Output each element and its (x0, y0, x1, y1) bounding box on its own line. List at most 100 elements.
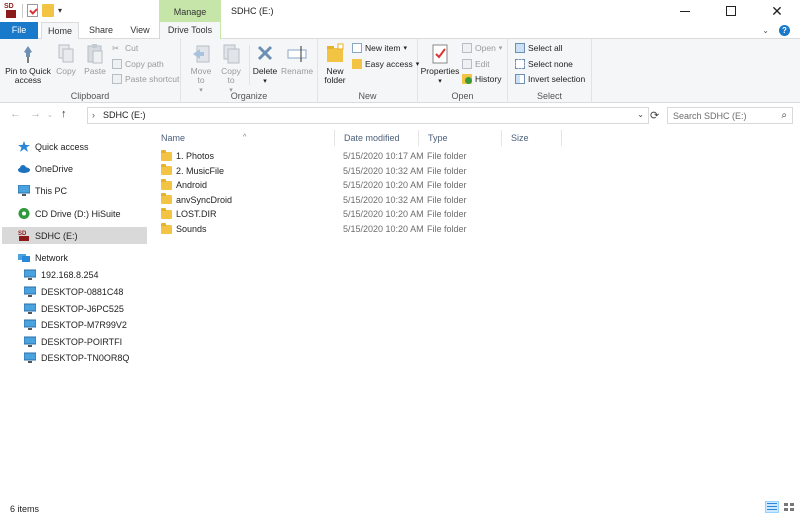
paste-shortcut-icon (112, 74, 122, 84)
nav-onedrive[interactable]: OneDrive (2, 160, 147, 177)
search-input[interactable] (673, 110, 773, 122)
search-box[interactable]: ⌕ (667, 107, 793, 124)
large-icons-view-icon[interactable] (782, 501, 796, 513)
nav-cd-drive[interactable]: CD Drive (D:) HiSuite (2, 205, 147, 222)
nav-computer-item[interactable]: DESKTOP-0881C48 (2, 283, 147, 300)
rename-button[interactable]: Rename (281, 43, 313, 76)
breadcrumb-sdhc[interactable]: SDHC (E:) (103, 110, 146, 120)
move-to-icon (191, 43, 211, 65)
address-history-dropdown-icon[interactable]: ⌄ (637, 110, 644, 119)
tab-home[interactable]: Home (41, 22, 79, 40)
hisuite-drive-icon (18, 208, 30, 219)
clipboard-group-label: Clipboard (70, 91, 110, 101)
maximize-button[interactable] (708, 0, 754, 22)
file-date: 5/15/2020 10:32 AM (343, 194, 424, 205)
new-folder-qat-icon[interactable] (42, 4, 54, 17)
search-icon[interactable]: ⌕ (781, 110, 787, 121)
nav-this-pc[interactable]: This PC (2, 182, 147, 199)
nav-network-label: Network (35, 252, 69, 263)
properties-qat-icon[interactable] (27, 4, 38, 17)
select-all-button[interactable]: Select all (515, 43, 563, 53)
copy-path-button[interactable]: Copy path (112, 59, 164, 69)
navigation-pane: Quick access OneDrive This PC CD Drive (… (0, 126, 152, 496)
new-folder-button[interactable]: New folder (320, 43, 350, 85)
star-icon (18, 141, 30, 152)
file-date: 5/15/2020 10:20 AM (343, 209, 424, 220)
folder-icon (161, 222, 172, 234)
tab-view[interactable]: View (124, 22, 156, 39)
table-row[interactable]: 2. MusicFile 5/15/2020 10:32 AM File fol… (161, 164, 481, 179)
nav-computer-label: DESKTOP-J6PC525 (41, 303, 124, 314)
file-type: File folder (427, 209, 467, 220)
nav-computer-item[interactable]: DESKTOP-POIRTFI (2, 333, 147, 350)
help-icon[interactable]: ? (779, 25, 790, 36)
copy-button[interactable]: Copy (54, 43, 78, 76)
minimize-button[interactable] (662, 0, 708, 22)
column-header-date[interactable]: Date modified (335, 130, 419, 146)
nav-computer-item[interactable]: DESKTOP-J6PC525 (2, 300, 147, 317)
copy-to-button[interactable]: Copy to ▾ (217, 43, 245, 95)
customize-qat-dropdown-icon[interactable]: ▾ (58, 6, 62, 15)
tab-file[interactable]: File (0, 22, 38, 39)
back-arrow-icon[interactable]: ← (10, 108, 21, 120)
nav-cd-drive-label: CD Drive (D:) HiSuite (35, 208, 121, 219)
scissors-icon: ✂ (112, 43, 120, 53)
new-folder-label: New folder (324, 66, 346, 85)
pin-to-quick-access-button[interactable]: Pin to Quick access (4, 43, 52, 85)
nav-sdhc[interactable]: SD SDHC (E:) (2, 227, 147, 244)
monitor-icon (23, 319, 37, 330)
address-row: ← → ⌄ ↑ › SDHC (E:) ⌄ ⟳ ⌕ (0, 104, 800, 126)
nav-computer-item[interactable]: DESKTOP-M7R99V2 (2, 316, 147, 333)
paste-shortcut-button[interactable]: Paste shortcut (112, 74, 179, 84)
tab-share[interactable]: Share (84, 22, 118, 39)
table-row[interactable]: LOST.DIR 5/15/2020 10:20 AM File folder (161, 207, 481, 222)
close-button[interactable]: ✕ (754, 0, 800, 22)
nav-quick-access[interactable]: Quick access (2, 138, 147, 155)
move-to-button[interactable]: Move to ▾ (187, 43, 215, 95)
nav-computer-item[interactable]: 192.168.8.254 (2, 266, 147, 283)
address-bar[interactable]: › SDHC (E:) ⌄ (87, 107, 649, 124)
file-type: File folder (427, 165, 467, 176)
column-header-type[interactable]: Type (419, 130, 502, 146)
new-item-button[interactable]: New item ▾ (352, 43, 407, 53)
edit-label: Edit (475, 59, 490, 69)
up-arrow-icon[interactable]: ↑ (61, 108, 67, 120)
easy-access-button[interactable]: Easy access ▾ (352, 59, 419, 69)
nav-computer-item[interactable]: DESKTOP-TN0OR8Q (2, 349, 147, 366)
forward-arrow-icon[interactable]: → (30, 108, 41, 120)
paste-label: Paste (84, 66, 106, 76)
table-row[interactable]: Sounds 5/15/2020 10:20 AM File folder (161, 222, 481, 237)
table-row[interactable]: 1. Photos 5/15/2020 10:17 AM File folder (161, 149, 481, 164)
table-row[interactable]: anvSyncDroid 5/15/2020 10:32 AM File fol… (161, 193, 481, 208)
open-button[interactable]: Open ▾ (462, 43, 502, 53)
sd-card-app-icon[interactable]: SD (4, 3, 18, 18)
history-button[interactable]: History (462, 74, 501, 84)
nav-computer-label: DESKTOP-0881C48 (41, 286, 124, 297)
recent-locations-chevron-icon[interactable]: ⌄ (47, 111, 53, 119)
details-view-icon[interactable] (765, 501, 779, 513)
file-type: File folder (427, 180, 467, 191)
network-icon (18, 252, 30, 263)
file-name: anvSyncDroid (176, 194, 233, 205)
tab-drive-tools[interactable]: Drive Tools (159, 22, 221, 39)
delete-button[interactable]: Delete ▾ (251, 43, 279, 86)
select-all-icon (515, 43, 525, 53)
properties-button[interactable]: Properties ▾ (420, 43, 460, 86)
refresh-icon[interactable]: ⟳ (650, 109, 659, 122)
edit-button[interactable]: Edit (462, 59, 490, 69)
breadcrumb-chevron-icon[interactable]: › (92, 110, 95, 120)
column-header-name[interactable]: Name ^ (152, 130, 335, 146)
invert-selection-button[interactable]: Invert selection (515, 74, 585, 84)
new-group: New folder New item ▾ Easy access ▾ New (318, 39, 419, 103)
ribbon: Pin to Quick access Copy Paste ✂ Cut Copy… (0, 39, 800, 103)
quick-access-toolbar: SD ▾ (4, 3, 62, 18)
new-folder-icon (325, 43, 345, 65)
table-row[interactable]: Android 5/15/2020 10:20 AM File folder (161, 178, 481, 193)
paste-button[interactable]: Paste (82, 43, 108, 76)
nav-network[interactable]: Network (2, 249, 147, 266)
copy-label: Copy (56, 66, 76, 76)
cut-button[interactable]: ✂ Cut (112, 43, 138, 53)
select-none-button[interactable]: Select none (515, 59, 573, 69)
collapse-ribbon-chevron-icon[interactable]: ⌄ (762, 26, 769, 35)
column-header-size[interactable]: Size (502, 130, 562, 146)
